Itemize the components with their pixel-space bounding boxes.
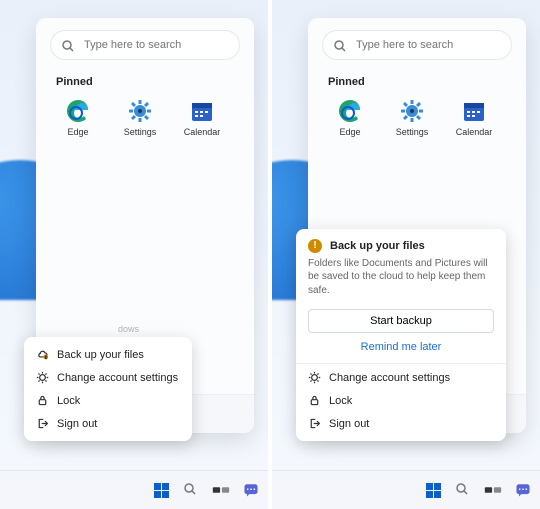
taskview-icon (211, 483, 231, 497)
menu-item-lock[interactable]: Lock (296, 389, 506, 412)
alert-icon: ! (308, 239, 322, 253)
menu-item-backup[interactable]: ! Back up your files (24, 343, 192, 366)
menu-item-label: Change account settings (57, 372, 178, 384)
search-input[interactable] (82, 38, 229, 52)
screenshot-right: Pinned Edge Settings Calendar (272, 0, 540, 509)
taskbar-start-button[interactable] (150, 479, 172, 501)
taskbar-search-button[interactable] (180, 479, 202, 501)
magnifier-icon (183, 482, 199, 498)
backup-popup: ! Back up your files Folders like Docume… (296, 229, 506, 442)
cloud-warn-icon: ! (36, 348, 49, 361)
search-icon (61, 39, 74, 52)
pinned-row: Edge Settings Calendar (56, 98, 240, 137)
menu-item-label: Lock (57, 395, 80, 407)
menu-item-label: Sign out (57, 418, 97, 430)
pinned-app-edge[interactable]: Edge (328, 98, 372, 137)
user-context-menu: ! Back up your files Change account sett… (24, 337, 192, 441)
pinned-label: Edge (67, 127, 88, 137)
pinned-label: Calendar (184, 127, 221, 137)
edge-icon (337, 98, 363, 124)
popup-title: Back up your files (330, 240, 425, 252)
start-backup-button[interactable]: Start backup (308, 309, 494, 333)
signout-icon (36, 417, 49, 430)
pinned-label: Edge (339, 127, 360, 137)
pinned-label: Settings (396, 127, 429, 137)
remind-later-link[interactable]: Remind me later (296, 339, 506, 361)
edge-icon (65, 98, 91, 124)
taskbar (0, 470, 268, 509)
pinned-heading: Pinned (56, 76, 240, 88)
taskbar-chat-button[interactable] (512, 479, 534, 501)
calendar-icon (461, 98, 487, 124)
taskbar-start-button[interactable] (422, 479, 444, 501)
taskbar (272, 470, 540, 509)
menu-item-lock[interactable]: Lock (24, 389, 192, 412)
calendar-icon (189, 98, 215, 124)
pinned-app-settings[interactable]: Settings (390, 98, 434, 137)
lock-icon (308, 394, 321, 407)
menu-item-label: Lock (329, 395, 352, 407)
popup-body: Folders like Documents and Pictures will… (296, 255, 506, 306)
pinned-label: Settings (124, 127, 157, 137)
search-box[interactable] (322, 30, 512, 60)
search-input[interactable] (354, 38, 501, 52)
taskbar-search-button[interactable] (452, 479, 474, 501)
gear-icon (308, 371, 321, 384)
chat-icon (242, 481, 260, 499)
screenshot-left: Pinned Edge Settings Calendar Recommende… (0, 0, 272, 509)
taskview-icon (483, 483, 503, 497)
pinned-app-edge[interactable]: Edge (56, 98, 100, 137)
signout-icon (308, 417, 321, 430)
lock-icon (36, 394, 49, 407)
gear-icon (36, 371, 49, 384)
pinned-app-calendar[interactable]: Calendar (452, 98, 496, 137)
windows-icon (426, 483, 441, 498)
taskbar-chat-button[interactable] (240, 479, 262, 501)
menu-item-account[interactable]: Change account settings (24, 366, 192, 389)
recommended-ghost-text: dows (118, 324, 139, 334)
settings-icon (399, 98, 425, 124)
menu-item-label: Sign out (329, 418, 369, 430)
chat-icon (514, 481, 532, 499)
menu-item-label: Back up your files (57, 349, 144, 361)
magnifier-icon (455, 482, 471, 498)
pinned-app-settings[interactable]: Settings (118, 98, 162, 137)
menu-item-signout[interactable]: Sign out (24, 412, 192, 435)
menu-item-label: Change account settings (329, 372, 450, 384)
search-icon (333, 39, 346, 52)
menu-item-account[interactable]: Change account settings (296, 366, 506, 389)
menu-item-signout[interactable]: Sign out (296, 412, 506, 435)
pinned-heading: Pinned (328, 76, 512, 88)
taskbar-taskview-button[interactable] (482, 479, 504, 501)
svg-text:!: ! (45, 355, 46, 360)
separator (296, 363, 506, 364)
pinned-label: Calendar (456, 127, 493, 137)
pinned-app-calendar[interactable]: Calendar (180, 98, 224, 137)
pinned-row: Edge Settings Calendar (328, 98, 512, 137)
taskbar-taskview-button[interactable] (210, 479, 232, 501)
settings-icon (127, 98, 153, 124)
windows-icon (154, 483, 169, 498)
search-box[interactable] (50, 30, 240, 60)
